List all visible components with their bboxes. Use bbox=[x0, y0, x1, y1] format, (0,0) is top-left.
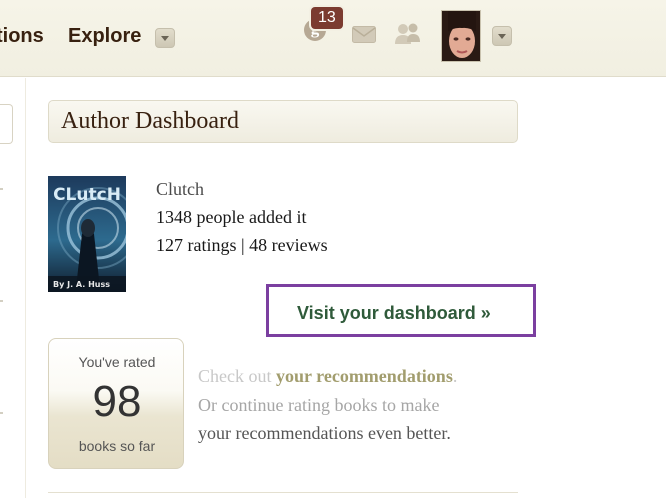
author-dashboard-title: Author Dashboard bbox=[61, 108, 239, 134]
book-ratings-reviews: 127 ratings | 48 reviews bbox=[156, 235, 328, 255]
visit-dashboard-label: Visit your dashboard » bbox=[297, 303, 491, 323]
book-cover-image[interactable]: CLutcH By J. A. Huss bbox=[48, 176, 126, 292]
book-title[interactable]: Clutch bbox=[156, 179, 204, 200]
books-rated-box: You've rated 98 books so far bbox=[48, 338, 184, 469]
recommendations-suffix: . bbox=[452, 366, 458, 386]
author-dashboard-header: Author Dashboard bbox=[48, 100, 518, 143]
nav-item-recommendations[interactable]: tions bbox=[0, 25, 44, 48]
left-divider-tick bbox=[0, 300, 3, 302]
your-recommendations-link[interactable]: your recommendations bbox=[276, 366, 453, 386]
left-divider-tick bbox=[0, 188, 3, 190]
chevron-down-icon bbox=[498, 34, 506, 39]
rated-bottom-text: books so far bbox=[78, 438, 156, 454]
explore-dropdown-button[interactable] bbox=[155, 28, 175, 48]
left-column-divider bbox=[25, 78, 26, 498]
notifications-count-badge: 13 bbox=[311, 7, 343, 29]
chevron-down-icon bbox=[161, 36, 169, 41]
friends-icon[interactable] bbox=[394, 22, 422, 51]
mail-icon[interactable] bbox=[352, 26, 376, 48]
recommendations-line-1: Check out your recommendations. bbox=[198, 366, 457, 387]
rated-count: 98 bbox=[92, 377, 142, 426]
profile-dropdown-button[interactable] bbox=[492, 26, 512, 46]
profile-avatar[interactable] bbox=[441, 10, 481, 62]
continue-prefix: Or continue bbox=[198, 395, 288, 415]
left-divider-tick bbox=[0, 412, 3, 414]
rating-books-link[interactable]: rating books bbox=[288, 395, 378, 415]
recommendations-line-3: your recommendations even better. bbox=[198, 423, 451, 443]
rated-top-text: You've rated bbox=[78, 354, 156, 370]
site-header: tions Explore g 13 bbox=[0, 0, 666, 77]
section-divider bbox=[48, 492, 518, 493]
nav-item-explore[interactable]: Explore bbox=[68, 25, 141, 48]
book-cover-title: CLutcH bbox=[53, 185, 121, 205]
book-added-count: 1348 people added it bbox=[156, 207, 307, 227]
recommendations-line-2: Or continue rating books to make bbox=[198, 395, 439, 416]
page: tions Explore g 13 bbox=[0, 0, 666, 498]
recommendations-prefix: Check out bbox=[198, 366, 276, 386]
continue-suffix: to make bbox=[377, 395, 440, 415]
left-panel-edge bbox=[0, 104, 13, 144]
visit-dashboard-button[interactable]: Visit your dashboard » bbox=[266, 284, 536, 337]
book-cover-author: By J. A. Huss bbox=[53, 280, 110, 289]
